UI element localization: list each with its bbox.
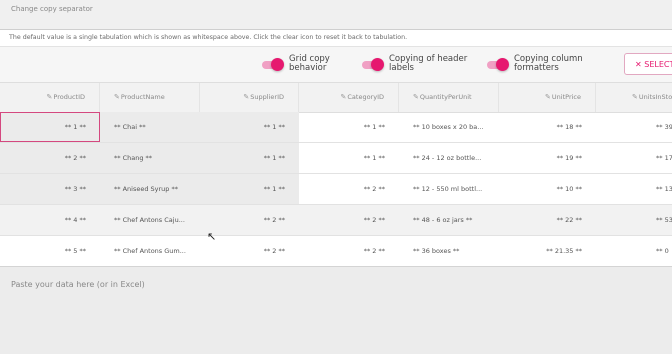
column-header-productid[interactable]: ✎ProductID xyxy=(0,83,100,112)
grid-toolbar: Grid copy behavior Copying of header label… xyxy=(0,46,672,83)
table-row: ** 3 ** ** Aniseed Syrup ** ** 1 ** ** 2… xyxy=(0,174,672,205)
grid-cell[interactable]: ** 2 ** xyxy=(299,205,399,235)
grid-cell[interactable]: ** Chai ** xyxy=(100,112,200,142)
toggle-knob xyxy=(371,58,384,71)
grid-cell[interactable]: ** 10 boxes x 20 ba... xyxy=(399,112,499,142)
column-header-productname[interactable]: ✎ProductName xyxy=(100,83,200,112)
grid-cell[interactable]: ** 1 ** xyxy=(200,143,299,173)
grid-cell[interactable]: ** 53 xyxy=(596,205,672,235)
column-header-categoryid[interactable]: ✎CategoryID xyxy=(299,83,399,112)
grid-cell[interactable]: ** Chef Antons Caju... xyxy=(100,205,200,235)
edit-icon: ✎ xyxy=(545,93,551,101)
grid-cell[interactable]: ** 2 ** xyxy=(299,236,399,266)
column-header-unitsinstock[interactable]: ✎UnitsInStock xyxy=(596,83,672,112)
grid-cell[interactable]: ** Chang ** xyxy=(100,143,200,173)
grid-cell[interactable]: ** 17 xyxy=(596,143,672,173)
grid-cell[interactable]: ** 22 ** xyxy=(499,205,596,235)
separator-hint: The default value is a single tabulation… xyxy=(9,34,408,41)
grid-cell[interactable]: ** 48 - 6 oz jars ** xyxy=(399,205,499,235)
grid-cell[interactable]: ** Aniseed Syrup ** xyxy=(100,174,200,204)
grid-cell[interactable]: ** 19 ** xyxy=(499,143,596,173)
toggle-label: Grid copy behavior xyxy=(289,54,330,73)
close-icon: ✕ xyxy=(635,60,642,69)
table-row: ** 2 ** ** Chang ** ** 1 ** ** 1 ** ** 2… xyxy=(0,143,672,174)
edit-icon: ✎ xyxy=(114,93,120,101)
paste-placeholder: Paste your data here (or in Excel) xyxy=(11,280,145,289)
grid-cell[interactable]: ** 1 ** xyxy=(200,174,299,204)
grid-cell[interactable]: ** 39 xyxy=(596,112,672,142)
grid-cell[interactable]: ** 4 ** xyxy=(0,205,100,235)
edit-icon: ✎ xyxy=(340,93,347,101)
mouse-cursor-icon: ↖ xyxy=(207,230,217,243)
table-row: ** 1 ** ** Chai ** ** 1 ** ** 1 ** ** 10… xyxy=(0,112,672,143)
copy-separator-label: Change copy separator xyxy=(11,5,93,13)
toggle-knob xyxy=(496,58,509,71)
grid-cell[interactable]: ** 2 ** xyxy=(299,174,399,204)
grid-cell[interactable]: ** 24 - 12 oz bottle... xyxy=(399,143,499,173)
grid-cell[interactable]: ** 5 ** xyxy=(0,236,100,266)
grid-cell[interactable]: ** 3 ** xyxy=(0,174,100,204)
edit-icon: ✎ xyxy=(632,93,638,101)
edit-icon: ✎ xyxy=(243,93,250,101)
grid-cell[interactable]: ** 0 xyxy=(596,236,672,266)
grid-cell[interactable]: ** 18 ** xyxy=(499,112,596,142)
column-header-unitprice[interactable]: ✎UnitPrice xyxy=(499,83,596,112)
grid-cell[interactable]: ** 2 ** xyxy=(0,143,100,173)
select-button-label: SELECT xyxy=(644,60,672,69)
table-row: ** 4 ** ** Chef Antons Caju... ** 2 ** *… xyxy=(0,205,672,236)
toggle-knob xyxy=(271,58,284,71)
grid-cell[interactable]: ** 1 ** xyxy=(200,112,299,142)
grid-header: ✎ProductID ✎ProductName ✎SupplierID ✎Cat… xyxy=(0,82,672,113)
edit-icon: ✎ xyxy=(46,93,53,101)
column-header-quantityperunit[interactable]: ✎QuantityPerUnit xyxy=(399,83,499,112)
grid-cell[interactable]: ** 12 - 550 ml bottl... xyxy=(399,174,499,204)
column-header-supplierid[interactable]: ✎SupplierID xyxy=(200,83,299,112)
edit-icon: ✎ xyxy=(413,93,419,101)
select-button[interactable]: ✕ SELECT xyxy=(624,53,672,75)
toggle-label: Copying of header labels xyxy=(389,54,468,73)
copy-separator-field[interactable]: Change copy separator xyxy=(0,0,672,30)
grid-cell[interactable]: ** 21.35 ** xyxy=(499,236,596,266)
grid-cell[interactable]: ** 1 ** xyxy=(299,112,399,142)
paste-data-area[interactable]: Paste your data here (or in Excel) xyxy=(0,266,672,354)
grid-cell[interactable]: ** Chef Antons Gum... xyxy=(100,236,200,266)
grid-copy-behavior-toggle[interactable]: Grid copy behavior xyxy=(262,52,342,78)
grid-cell[interactable]: ** 13 xyxy=(596,174,672,204)
grid-cell[interactable]: ** 1 ** xyxy=(0,112,100,142)
data-grid: ** 1 ** ** Chai ** ** 1 ** ** 1 ** ** 10… xyxy=(0,112,672,267)
copy-column-formatters-toggle[interactable]: Copying column formatters xyxy=(487,52,597,78)
copy-header-labels-toggle[interactable]: Copying of header labels xyxy=(362,52,472,78)
grid-cell[interactable]: ** 10 ** xyxy=(499,174,596,204)
grid-cell[interactable]: ** 36 boxes ** xyxy=(399,236,499,266)
table-row: ** 5 ** ** Chef Antons Gum... ** 2 ** **… xyxy=(0,236,672,267)
grid-cell[interactable]: ** 1 ** xyxy=(299,143,399,173)
toggle-label: Copying column formatters xyxy=(514,54,583,73)
